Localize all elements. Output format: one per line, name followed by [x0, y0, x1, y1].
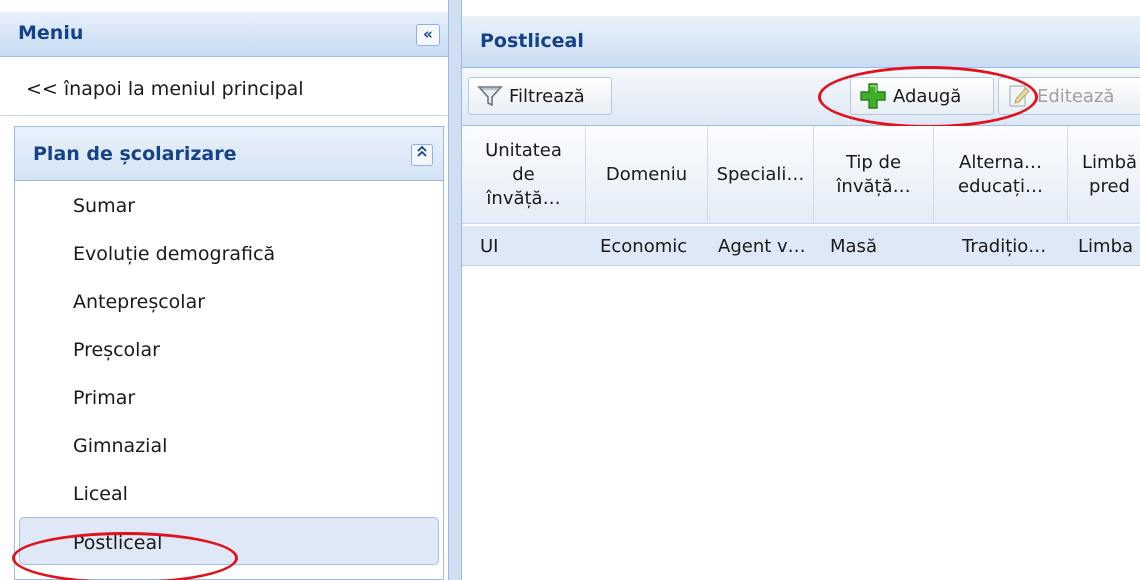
menu-item-prescolar[interactable]: Preșcolar: [15, 325, 443, 373]
menu-title: Meniu: [18, 22, 84, 44]
grid-header-row: Unitatea de învăță… Domeniu Speciali… Ti…: [462, 126, 1140, 224]
menu-item-label: Primar: [73, 387, 136, 409]
green-plus-icon: [860, 83, 886, 109]
menu-item-label: Sumar: [73, 195, 136, 217]
collapse-up-icon[interactable]: [411, 144, 433, 166]
plan-header[interactable]: Plan de școlarizare: [15, 127, 443, 181]
menu-item-label: Evoluție demografică: [73, 243, 276, 265]
add-button[interactable]: Adaugă: [850, 77, 994, 115]
left-menu-panel: Meniu « << înapoi la meniul principal Pl…: [0, 0, 448, 580]
menu-item-label: Gimnazial: [73, 435, 168, 457]
table-row[interactable]: UI Economic Agent v… Masă Tradițio… Limb…: [462, 226, 1140, 266]
grid-toolbar: Filtrează Adaugă Editează: [462, 68, 1140, 126]
funnel-icon: [477, 86, 503, 107]
menu-item-label: Preșcolar: [73, 339, 160, 361]
back-link-label: << înapoi la meniul principal: [26, 78, 304, 100]
edit-button[interactable]: Editează: [998, 77, 1140, 115]
edit-document-icon: [1009, 85, 1030, 107]
filter-button[interactable]: Filtrează: [468, 77, 612, 115]
menu-item-gimnazial[interactable]: Gimnazial: [15, 421, 443, 469]
cell-unitatea: UI: [480, 236, 499, 257]
menu-item-liceal[interactable]: Liceal: [15, 469, 443, 517]
page-title: Postliceal: [480, 30, 584, 52]
column-header-limba[interactable]: Limbă pred: [1068, 126, 1140, 224]
column-header-specializare[interactable]: Speciali…: [708, 126, 814, 224]
cell-specializare: Agent v…: [718, 236, 806, 257]
cell-alternativa: Tradițio…: [962, 236, 1047, 257]
menu-item-postliceal[interactable]: Postliceal: [19, 517, 439, 565]
menu-header: Meniu «: [0, 12, 448, 57]
edit-label: Editează: [1037, 85, 1115, 107]
menu-item-evolutie-demografica[interactable]: Evoluție demografică: [15, 229, 443, 277]
menu-item-primar[interactable]: Primar: [15, 373, 443, 421]
menu-item-label: Postliceal: [73, 532, 163, 554]
panel-splitter[interactable]: [448, 0, 462, 580]
menu-item-anteprescolar[interactable]: Antepreșcolar: [15, 277, 443, 325]
column-header-domeniu[interactable]: Domeniu: [586, 126, 708, 224]
menu-item-label: Liceal: [73, 483, 128, 505]
add-label: Adaugă: [893, 85, 962, 107]
content-panel: Postliceal Filtrează Adaugă Editează Uni…: [462, 0, 1140, 580]
cell-limba: Limba: [1078, 236, 1134, 257]
menu-item-sumar[interactable]: Sumar: [15, 181, 443, 229]
filter-label: Filtrează: [509, 85, 585, 107]
plan-scolarizare-panel: Plan de școlarizare Sumar Evoluție demog…: [14, 126, 444, 580]
plan-title: Plan de școlarizare: [33, 143, 237, 165]
column-header-tip-invatamant[interactable]: Tip de învăță…: [814, 126, 934, 224]
back-to-main-menu-link[interactable]: << înapoi la meniul principal: [0, 66, 448, 116]
content-header: Postliceal: [462, 16, 1140, 68]
cell-tip-invatamant: Masă: [830, 236, 877, 257]
collapse-left-icon[interactable]: «: [416, 24, 440, 46]
column-header-unitatea[interactable]: Unitatea de învăță…: [462, 126, 586, 224]
menu-item-label: Antepreșcolar: [73, 291, 206, 313]
plan-menu-list: Sumar Evoluție demografică Antepreșcolar…: [15, 181, 443, 565]
cell-domeniu: Economic: [600, 236, 688, 257]
column-header-alternativa[interactable]: Alterna… educați…: [934, 126, 1068, 224]
